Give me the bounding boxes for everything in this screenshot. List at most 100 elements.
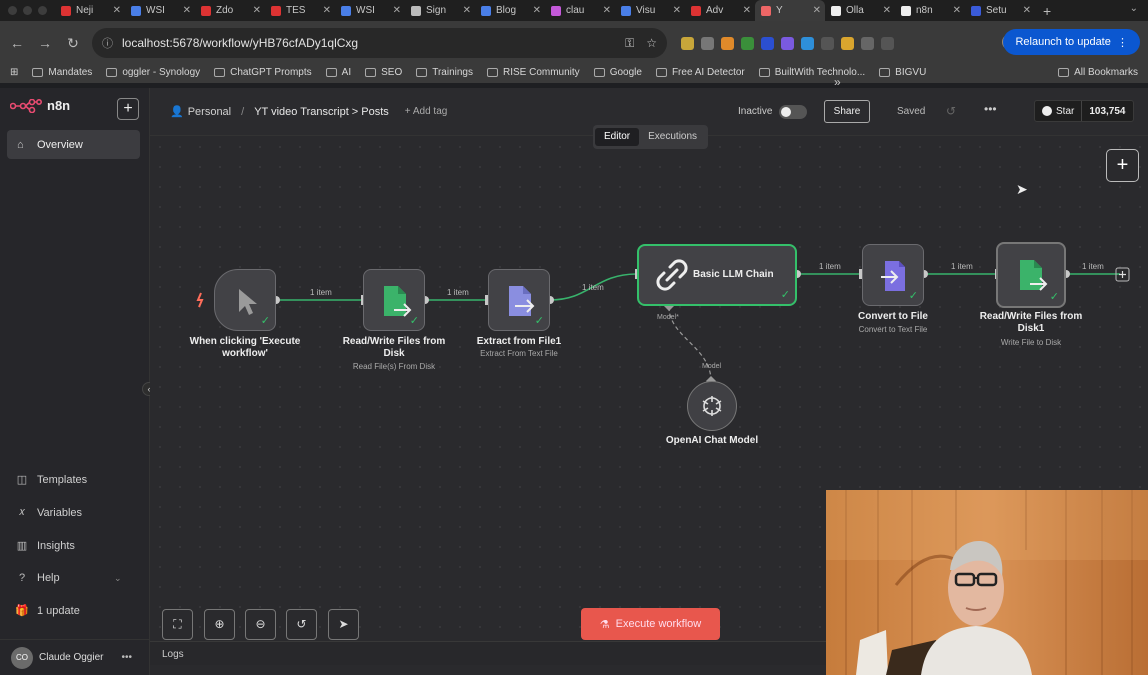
folder-icon <box>214 67 226 77</box>
address-bar[interactable]: ⓘ localhost:5678/workflow/yHB76cfADy1qlC… <box>92 28 667 58</box>
bookmark-item[interactable]: RISE Community <box>487 67 580 78</box>
browser-tab[interactable]: Y ✕ <box>755 0 825 21</box>
extension-icon[interactable] <box>821 36 834 50</box>
github-icon <box>1042 106 1052 116</box>
reset-zoom-button[interactable]: ↺ <box>286 609 317 640</box>
tab-title: Blog <box>496 5 517 16</box>
add-tag-button[interactable]: + Add tag <box>405 106 448 117</box>
sidebar-item-templates[interactable]: ◫ Templates <box>14 473 87 487</box>
bookmark-star-icon[interactable]: ☆ <box>646 36 657 50</box>
extension-icon[interactable] <box>741 36 754 50</box>
close-tab-icon[interactable]: ✕ <box>183 5 191 16</box>
share-button[interactable]: Share <box>824 100 870 123</box>
zoom-out-button[interactable]: ⊖ <box>245 609 276 640</box>
all-bookmarks-link[interactable]: All Bookmarks <box>1058 67 1138 78</box>
close-tab-icon[interactable]: ✕ <box>113 5 121 16</box>
relaunch-button[interactable]: Relaunch to update ⋮ <box>1003 29 1140 55</box>
extension-icon[interactable] <box>721 36 734 50</box>
close-tab-icon[interactable]: ✕ <box>743 5 751 16</box>
browser-tab[interactable]: TES ✕ <box>265 0 335 21</box>
tab-title: Setu <box>986 5 1007 16</box>
sidebar-item-variables[interactable]: 𝑥 Variables <box>14 506 82 519</box>
user-name: Claude Oggier <box>39 652 104 663</box>
extension-icon[interactable] <box>801 36 814 50</box>
browser-tab[interactable]: WSI ✕ <box>125 0 195 21</box>
activation-toggle[interactable] <box>779 105 807 119</box>
node-write-files[interactable]: ✓ <box>996 242 1066 308</box>
close-tab-icon[interactable]: ✕ <box>953 5 961 16</box>
extension-icon[interactable] <box>781 36 794 50</box>
puzzle-icon[interactable] <box>861 36 874 50</box>
bookmark-item[interactable]: SEO <box>365 67 402 78</box>
new-tab-button[interactable]: + <box>1043 3 1051 19</box>
extension-icon[interactable] <box>681 36 694 50</box>
extension-icon[interactable] <box>761 36 774 50</box>
browser-tab[interactable]: clau ✕ <box>545 0 615 21</box>
close-tab-icon[interactable]: ✕ <box>883 5 891 16</box>
password-key-icon[interactable]: ⚿ <box>625 36 634 51</box>
sidebar-item-update[interactable]: 🎁 1 update <box>14 604 80 618</box>
browser-tab[interactable]: Neji ✕ <box>55 0 125 21</box>
extension-icon[interactable] <box>881 36 894 50</box>
close-tab-icon[interactable]: ✕ <box>393 5 401 16</box>
n8n-logo[interactable]: n8n <box>10 98 70 113</box>
execute-workflow-button[interactable]: ⚗ Execute workflow <box>581 608 720 640</box>
browser-tab[interactable]: Adv ✕ <box>685 0 755 21</box>
node-manual-trigger[interactable]: ✓ <box>214 269 276 331</box>
browser-tab[interactable]: Setu ✕ <box>965 0 1035 21</box>
history-icon[interactable]: ↺ <box>946 104 956 118</box>
sidebar-item-help[interactable]: ? Help ⌄ <box>14 572 122 584</box>
more-options-icon[interactable]: ••• <box>984 102 997 116</box>
zoom-in-button[interactable]: ⊕ <box>204 609 235 640</box>
window-controls[interactable] <box>0 6 55 15</box>
extension-icon[interactable] <box>841 36 854 50</box>
node-openai-chat-model[interactable] <box>687 381 737 431</box>
github-star-button[interactable]: Star 103,754 <box>1034 100 1134 122</box>
tab-search-chevron-icon[interactable]: ⌄ <box>1130 3 1138 14</box>
node-read-files[interactable]: ✓ <box>363 269 425 331</box>
bookmark-item[interactable]: oggler - Synology <box>106 67 200 78</box>
tab-favicon-icon <box>831 5 841 16</box>
extension-icon[interactable] <box>701 36 714 50</box>
browser-tab[interactable]: Visu ✕ <box>615 0 685 21</box>
close-tab-icon[interactable]: ✕ <box>673 5 681 16</box>
back-icon[interactable]: ← <box>6 35 28 51</box>
bookmark-item[interactable]: AI <box>325 67 351 78</box>
fit-view-button[interactable]: ⛶ <box>162 609 193 640</box>
user-menu[interactable]: CO Claude Oggier ••• <box>0 639 150 675</box>
close-tab-icon[interactable]: ✕ <box>323 5 331 16</box>
close-tab-icon[interactable]: ✕ <box>1023 5 1031 16</box>
project-link[interactable]: Personal <box>188 106 231 118</box>
bookmarks-overflow-icon[interactable]: » <box>834 75 1036 89</box>
bookmark-item[interactable]: Mandates <box>32 67 92 78</box>
sidebar-item-overview[interactable]: ⌂ Overview <box>7 130 140 159</box>
close-tab-icon[interactable]: ✕ <box>813 5 821 16</box>
workflow-name[interactable]: YT video Transcript > Posts <box>254 106 389 118</box>
bookmark-item[interactable]: ChatGPT Prompts <box>214 67 312 78</box>
browser-tab[interactable]: n8n ✕ <box>895 0 965 21</box>
close-tab-icon[interactable]: ✕ <box>253 5 261 16</box>
browser-tab[interactable]: Blog ✕ <box>475 0 545 21</box>
reload-icon[interactable]: ↻ <box>62 35 84 52</box>
tidy-up-button[interactable]: ➤ <box>328 609 359 640</box>
node-extract-from-file[interactable]: ✓ <box>488 269 550 331</box>
apps-grid-icon[interactable]: ⊞ <box>10 67 18 78</box>
bookmark-item[interactable]: Google <box>593 67 642 78</box>
more-options-icon[interactable]: ••• <box>121 652 132 663</box>
browser-tab[interactable]: Olla ✕ <box>825 0 895 21</box>
bookmark-item[interactable]: Free AI Detector <box>655 67 745 78</box>
node-basic-llm-chain[interactable]: Basic LLM Chain ✓ <box>637 244 797 306</box>
close-tab-icon[interactable]: ✕ <box>603 5 611 16</box>
sidebar-item-insights[interactable]: ▥ Insights <box>14 539 75 553</box>
create-button[interactable]: + <box>117 98 139 120</box>
url-text[interactable]: localhost:5678/workflow/yHB76cfADy1qlCxg <box>122 36 613 50</box>
bookmark-item[interactable]: Trainings <box>416 67 473 78</box>
forward-icon[interactable]: → <box>34 35 56 51</box>
site-info-icon[interactable]: ⓘ <box>102 35 113 51</box>
browser-tab[interactable]: Sign ✕ <box>405 0 475 21</box>
browser-tab[interactable]: Zdo ✕ <box>195 0 265 21</box>
browser-tab[interactable]: WSI ✕ <box>335 0 405 21</box>
close-tab-icon[interactable]: ✕ <box>463 5 471 16</box>
close-tab-icon[interactable]: ✕ <box>533 5 541 16</box>
node-convert-to-file[interactable]: ✓ <box>862 244 924 306</box>
